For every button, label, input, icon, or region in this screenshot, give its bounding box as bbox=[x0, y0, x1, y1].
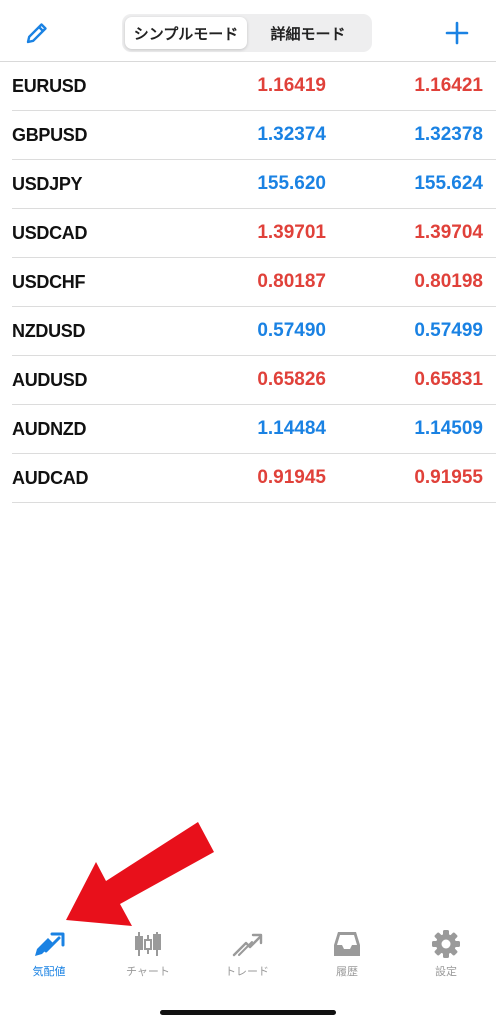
bid-price: 0.65826 bbox=[257, 369, 326, 390]
tab-trade-label: トレード bbox=[225, 965, 269, 978]
quote-row[interactable]: AUDUSD 0.65826 0.65831 bbox=[12, 356, 496, 405]
symbol-name: EURUSD bbox=[12, 76, 87, 96]
tab-settings-label: 設定 bbox=[435, 965, 457, 978]
symbol-name: USDJPY bbox=[12, 174, 83, 194]
trade-icon bbox=[232, 933, 263, 957]
bid-price: 0.80187 bbox=[257, 271, 326, 292]
quote-row[interactable]: USDCHF 0.80187 0.80198 bbox=[12, 258, 496, 307]
top-toolbar: シンプルモード 詳細モード bbox=[0, 0, 496, 62]
bid-price: 0.91945 bbox=[257, 467, 326, 488]
history-inbox-icon bbox=[334, 932, 360, 956]
quote-row[interactable]: EURUSD 1.16419 1.16421 bbox=[12, 62, 496, 111]
quote-list: EURUSD 1.16419 1.16421 GBPUSD 1.32374 1.… bbox=[12, 62, 496, 503]
tab-settings[interactable]: 設定 bbox=[406, 929, 486, 989]
tab-history-label: 履歴 bbox=[336, 965, 358, 978]
home-indicator bbox=[160, 1010, 336, 1015]
quote-row[interactable]: NZDUSD 0.57490 0.57499 bbox=[12, 307, 496, 356]
gear-icon bbox=[432, 930, 460, 958]
symbol-name: USDCHF bbox=[12, 272, 86, 292]
tab-chart-label: チャート bbox=[126, 965, 170, 978]
ask-price: 0.80198 bbox=[414, 271, 483, 292]
edit-button[interactable] bbox=[22, 18, 52, 48]
bid-price: 1.39701 bbox=[257, 222, 326, 243]
tab-history[interactable]: 履歴 bbox=[307, 929, 387, 989]
bid-price: 155.620 bbox=[257, 173, 326, 194]
ask-price: 0.91955 bbox=[414, 467, 483, 488]
tab-quotes-label: 気配値 bbox=[32, 965, 66, 978]
bid-price: 1.14484 bbox=[257, 418, 326, 439]
simple-mode-tab[interactable]: シンプルモード bbox=[125, 17, 247, 49]
symbol-name: GBPUSD bbox=[12, 125, 88, 145]
plus-icon bbox=[445, 21, 469, 45]
symbol-name: AUDCAD bbox=[12, 468, 89, 488]
mode-segmented-control: シンプルモード 詳細モード bbox=[122, 14, 372, 52]
detail-mode-tab[interactable]: 詳細モード bbox=[247, 17, 369, 49]
tab-quotes[interactable]: 気配値 bbox=[9, 929, 89, 989]
tab-trade[interactable]: トレード bbox=[207, 929, 287, 989]
quote-row[interactable]: USDJPY 155.620 155.624 bbox=[12, 160, 496, 209]
symbol-name: AUDNZD bbox=[12, 419, 87, 439]
quotes-icon bbox=[35, 932, 65, 956]
bid-price: 1.32374 bbox=[257, 124, 326, 145]
ask-price: 0.65831 bbox=[414, 369, 483, 390]
symbol-name: USDCAD bbox=[12, 223, 88, 243]
ask-price: 0.57499 bbox=[414, 320, 483, 341]
candlestick-chart-icon bbox=[135, 932, 161, 956]
ask-price: 1.32378 bbox=[414, 124, 483, 145]
symbol-name: AUDUSD bbox=[12, 370, 88, 390]
quote-row[interactable]: AUDCAD 0.91945 0.91955 bbox=[12, 454, 496, 503]
symbol-name: NZDUSD bbox=[12, 321, 86, 341]
quote-row[interactable]: GBPUSD 1.32374 1.32378 bbox=[12, 111, 496, 160]
quote-row[interactable]: AUDNZD 1.14484 1.14509 bbox=[12, 405, 496, 454]
pencil-icon bbox=[26, 23, 47, 44]
ask-price: 155.624 bbox=[414, 173, 483, 194]
ask-price: 1.16421 bbox=[414, 75, 483, 96]
add-symbol-button[interactable] bbox=[440, 16, 474, 50]
ask-price: 1.14509 bbox=[414, 418, 483, 439]
quote-row[interactable]: USDCAD 1.39701 1.39704 bbox=[12, 209, 496, 258]
bid-price: 0.57490 bbox=[257, 320, 326, 341]
tab-chart[interactable]: チャート bbox=[108, 929, 188, 989]
bid-price: 1.16419 bbox=[257, 75, 326, 96]
ask-price: 1.39704 bbox=[414, 222, 483, 243]
